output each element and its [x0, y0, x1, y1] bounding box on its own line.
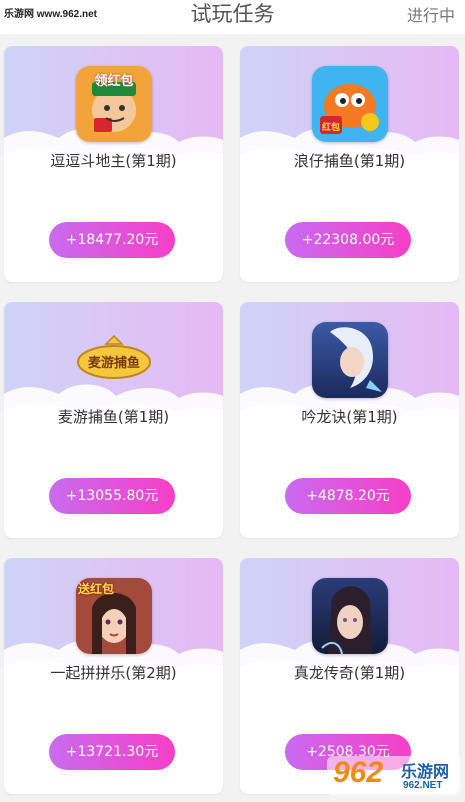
- task-name: 吟龙诀(第1期): [301, 408, 398, 426]
- game-icon-doudizhu: 领红包: [76, 66, 152, 142]
- task-name: 浪仔捕鱼(第1期): [293, 152, 406, 170]
- game-icon-yinlongjue: [312, 322, 388, 398]
- reward-button[interactable]: +13055.80元: [49, 478, 175, 514]
- watermark-main: 962: [333, 756, 384, 789]
- icon-badge-text: 红包: [321, 123, 340, 133]
- task-card[interactable]: 领红包 逗逗斗地主(第1期) +18477.20元: [4, 46, 223, 282]
- game-icon-fish: 红包: [312, 66, 388, 142]
- task-card[interactable]: 送红包 一起拼拼乐(第2期) +13721.30元: [4, 558, 223, 794]
- game-icon-pinpinle: 送红包: [76, 578, 152, 654]
- icon-badge-text: 领红包: [94, 74, 134, 89]
- game-icon-zhenlong: [312, 578, 388, 654]
- task-name: 逗逗斗地主(第1期): [50, 152, 177, 170]
- task-grid: 领红包 逗逗斗地主(第1期) +18477.20元 红包 浪仔捕鱼(第1期) +…: [0, 0, 465, 802]
- icon-logo-text: 麦游捕鱼: [87, 356, 140, 371]
- icon-badge-text: 送红包: [78, 582, 115, 596]
- task-card[interactable]: 麦游捕鱼 麦游捕鱼(第1期) +13055.80元: [4, 302, 223, 538]
- game-icon-maiyou: 麦游捕鱼: [76, 322, 152, 398]
- reward-button[interactable]: +18477.20元: [49, 222, 175, 258]
- task-name: 麦游捕鱼(第1期): [57, 408, 170, 426]
- task-card[interactable]: 吟龙诀(第1期) +4878.20元: [240, 302, 459, 538]
- task-name: 真龙传奇(第1期): [293, 664, 406, 682]
- watermark-logo: 962 乐游网 962.NET: [327, 754, 461, 798]
- reward-button[interactable]: +13721.30元: [49, 734, 175, 770]
- reward-button[interactable]: +4878.20元: [285, 478, 411, 514]
- task-name: 一起拼拼乐(第2期): [50, 664, 177, 682]
- reward-button[interactable]: +22308.00元: [285, 222, 411, 258]
- watermark-en: 962.NET: [403, 780, 443, 791]
- watermark-cn: 乐游网: [401, 762, 450, 781]
- task-card[interactable]: 红包 浪仔捕鱼(第1期) +22308.00元: [240, 46, 459, 282]
